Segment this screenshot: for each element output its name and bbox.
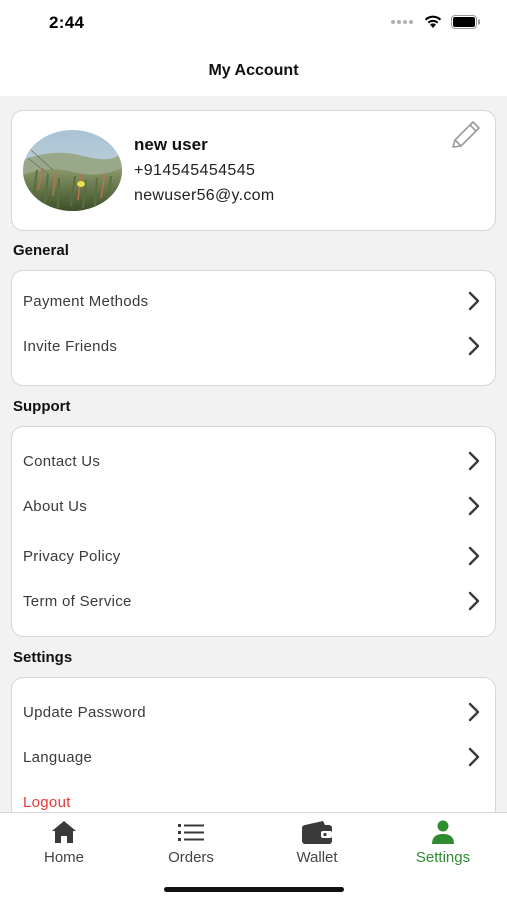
tab-label: Settings [415, 849, 471, 866]
menu-item-term-of-service[interactable]: Term of Service [12, 584, 495, 620]
account-content[interactable]: new user +914545454545 newuser56@y.com G… [0, 96, 507, 812]
tab-settings[interactable]: Settings [393, 819, 493, 866]
signal-icon [391, 19, 413, 24]
menu-item-label: Payment Methods [23, 293, 149, 310]
menu-item-about-us[interactable]: About Us [12, 489, 495, 525]
pencil-icon [452, 121, 480, 148]
chevron-right-icon [468, 702, 480, 722]
status-icons [391, 14, 481, 29]
logout-button[interactable]: Logout [12, 785, 495, 812]
profile-email: newuser56@y.com [134, 187, 275, 204]
list-icon [178, 824, 204, 841]
menu-item-label: Contact Us [23, 453, 101, 470]
edit-profile-button[interactable] [447, 119, 483, 151]
wifi-icon [424, 15, 442, 28]
support-card: Contact Us About Us Privacy Policy Term … [11, 426, 496, 637]
avatar [23, 130, 122, 211]
chevron-right-icon [468, 496, 480, 516]
profile-phone: +914545454545 [134, 162, 256, 179]
page-title: My Account [208, 62, 299, 79]
wallet-icon [302, 821, 332, 844]
tab-label: Home [43, 849, 84, 866]
menu-item-label: Invite Friends [23, 338, 118, 355]
tab-orders[interactable]: Orders [141, 819, 241, 866]
logout-label: Logout [23, 794, 71, 811]
tab-home[interactable]: Home [14, 819, 114, 866]
menu-item-label: Term of Service [23, 593, 132, 610]
general-card: Payment Methods Invite Friends [11, 270, 496, 386]
menu-item-label: Language [23, 749, 93, 766]
menu-item-language[interactable]: Language [12, 740, 495, 776]
chevron-right-icon [468, 591, 480, 611]
home-icon [52, 821, 76, 843]
section-title-general: General [13, 242, 69, 259]
menu-item-payment-methods[interactable]: Payment Methods [12, 284, 495, 320]
menu-item-update-password[interactable]: Update Password [12, 695, 495, 731]
menu-item-label: Privacy Policy [23, 548, 121, 565]
section-title-support: Support [13, 398, 71, 415]
tab-label: Orders [168, 849, 214, 866]
chevron-right-icon [468, 546, 480, 566]
profile-name: new user [134, 135, 208, 154]
chevron-right-icon [468, 747, 480, 767]
battery-icon [451, 14, 480, 29]
user-icon [432, 820, 454, 844]
home-indicator[interactable] [164, 887, 344, 892]
status-bar: 2:44 [0, 0, 507, 48]
section-title-settings: Settings [13, 649, 73, 666]
nav-header: My Account [0, 48, 507, 96]
menu-item-invite-friends[interactable]: Invite Friends [12, 329, 495, 365]
tab-wallet[interactable]: Wallet [267, 819, 367, 866]
profile-info: new user +914545454545 newuser56@y.com [134, 135, 275, 205]
menu-item-label: Update Password [23, 704, 146, 721]
menu-item-label: About Us [23, 498, 88, 515]
tab-label: Wallet [296, 849, 338, 866]
chevron-right-icon [468, 451, 480, 471]
settings-card: Update Password Language Logout [11, 677, 496, 812]
menu-item-contact-us[interactable]: Contact Us [12, 444, 495, 480]
chevron-right-icon [468, 291, 480, 311]
status-time: 2:44 [49, 13, 85, 32]
chevron-right-icon [468, 336, 480, 356]
profile-card: new user +914545454545 newuser56@y.com [11, 110, 496, 231]
menu-item-privacy-policy[interactable]: Privacy Policy [12, 539, 495, 575]
